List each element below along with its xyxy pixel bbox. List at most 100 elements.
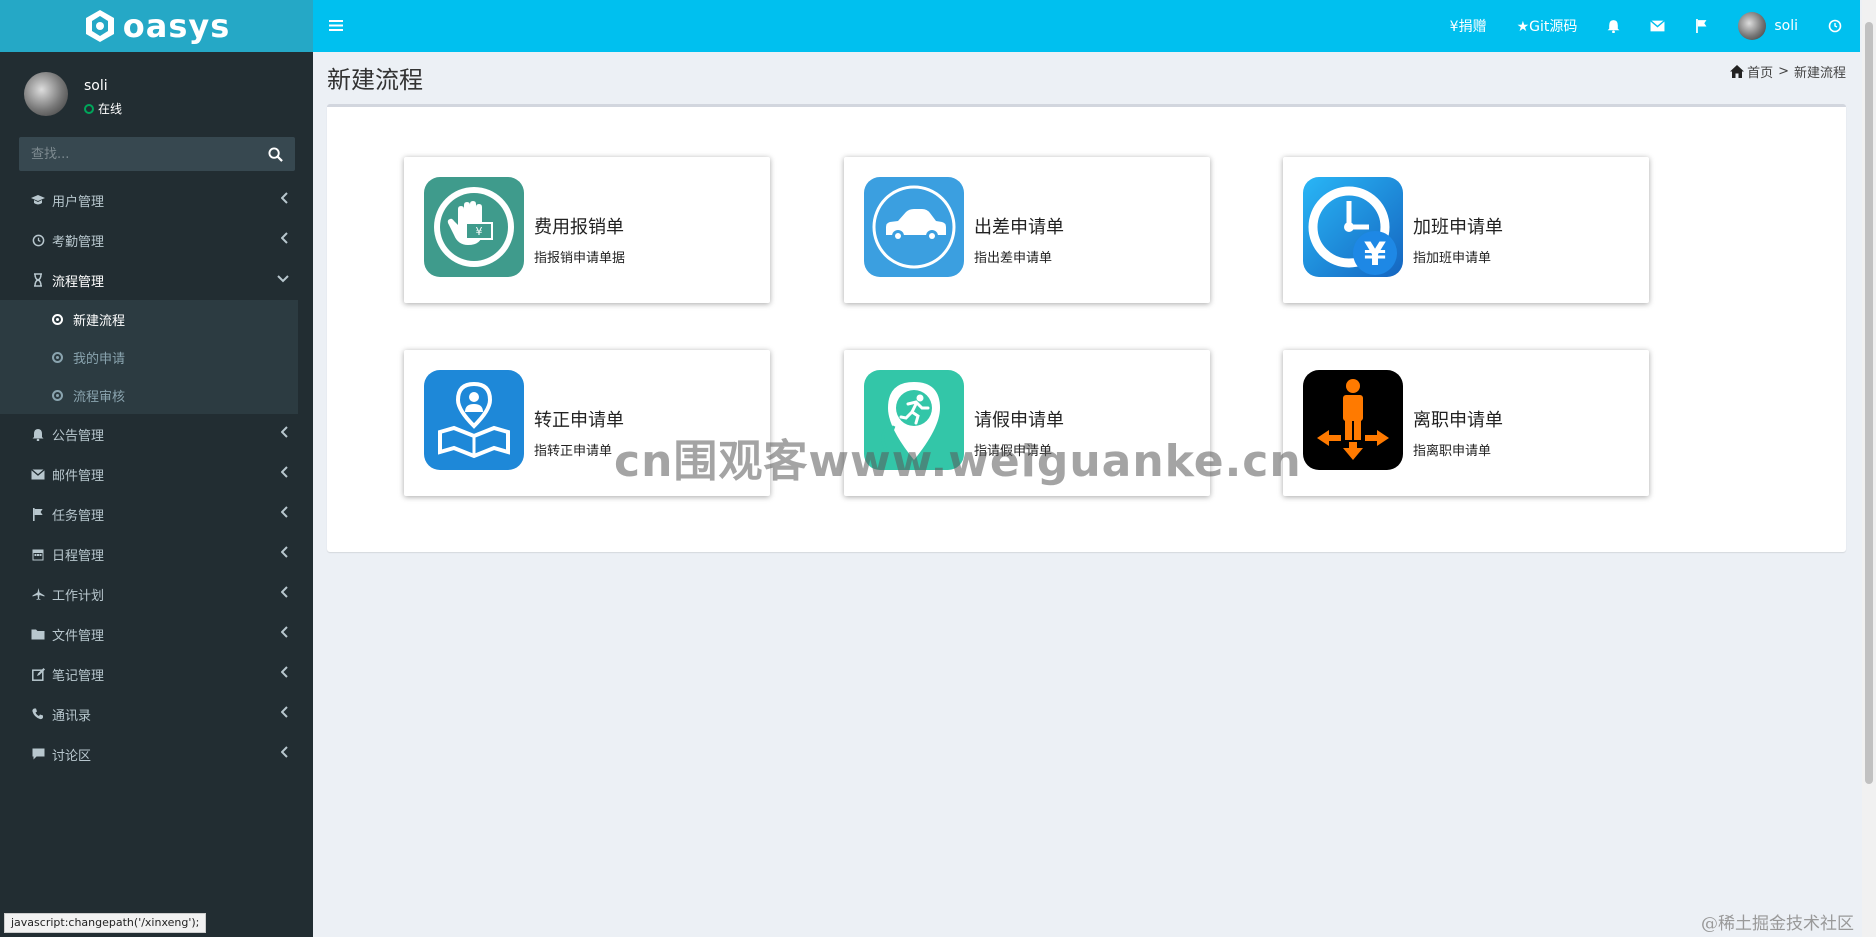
submenu-item-label: 我的申请 bbox=[73, 351, 126, 367]
calendar-icon bbox=[30, 548, 46, 561]
page-scrollbar[interactable] bbox=[1862, 0, 1876, 937]
user-name: soli bbox=[84, 78, 108, 94]
submenu-item-label: 新建流程 bbox=[73, 313, 126, 329]
sidebar-item-process[interactable]: 流程管理 bbox=[0, 260, 313, 300]
breadcrumb-separator: > bbox=[1778, 64, 1789, 79]
sidebar-item-announcement[interactable]: 公告管理 bbox=[0, 414, 313, 454]
sidebar-item-mail[interactable]: 邮件管理 bbox=[0, 454, 313, 494]
sidebar-menu: 用户管理 考勤管理 流程管理 新建流程 我的申请 流程审核 公告管理 邮件管理 … bbox=[0, 180, 313, 774]
search-button[interactable] bbox=[255, 137, 295, 171]
donate-link[interactable]: ¥捐赠 bbox=[1450, 16, 1487, 36]
card-description: 指报销申请单据 bbox=[534, 251, 626, 266]
sidebar-item-label: 用户管理 bbox=[52, 194, 105, 210]
breadcrumb-current: 新建流程 bbox=[1793, 66, 1846, 81]
clock-icon bbox=[1828, 19, 1842, 33]
sidebar-item-attendance[interactable]: 考勤管理 bbox=[0, 220, 313, 260]
user-menu[interactable]: soli bbox=[1738, 12, 1798, 40]
svg-text:¥: ¥ bbox=[476, 225, 483, 238]
comment-icon bbox=[30, 748, 46, 760]
sidebar-item-label: 文件管理 bbox=[52, 628, 105, 644]
envelope-icon bbox=[30, 468, 46, 480]
online-status-icon bbox=[84, 103, 94, 114]
search-input[interactable] bbox=[19, 137, 255, 171]
sidebar-toggle-button[interactable] bbox=[329, 16, 343, 37]
card-reimbursement[interactable]: ¥ 费用报销单 指报销申请单据 bbox=[404, 157, 770, 303]
browser-status-bar: javascript:changepath('/xinxeng'); bbox=[4, 913, 207, 933]
chevron-left-icon bbox=[280, 746, 289, 761]
process-submenu: 新建流程 我的申请 流程审核 bbox=[0, 300, 298, 414]
corner-watermark: @稀土掘金技术社区 bbox=[1701, 914, 1854, 934]
user-status-label: 在线 bbox=[98, 102, 123, 116]
chevron-left-icon bbox=[280, 666, 289, 681]
sidebar-item-label: 公告管理 bbox=[52, 428, 105, 444]
edit-icon bbox=[30, 667, 46, 681]
chevron-left-icon bbox=[280, 466, 289, 481]
svg-text:¥: ¥ bbox=[1364, 235, 1386, 273]
sidebar-item-schedule[interactable]: 日程管理 bbox=[0, 534, 313, 574]
sidebar-item-label: 讨论区 bbox=[52, 748, 92, 764]
search-icon bbox=[267, 146, 283, 162]
sidebar-item-forum[interactable]: 讨论区 bbox=[0, 734, 313, 774]
avatar bbox=[24, 72, 68, 116]
sidebar-item-label: 流程管理 bbox=[52, 274, 105, 290]
sidebar-item-work-plan[interactable]: 工作计划 bbox=[0, 574, 313, 614]
card-title: 转正申请单 bbox=[534, 410, 624, 431]
envelope-icon bbox=[1650, 20, 1666, 32]
chevron-left-icon bbox=[280, 232, 289, 247]
phone-icon bbox=[30, 708, 46, 720]
logo[interactable]: oasys bbox=[0, 0, 313, 52]
card-resignation[interactable]: 离职申请单 指离职申请单 bbox=[1283, 350, 1649, 496]
submenu-item-new-process[interactable]: 新建流程 bbox=[0, 300, 298, 338]
user-status: 在线 bbox=[84, 100, 122, 117]
sidebar-item-label: 考勤管理 bbox=[52, 234, 105, 250]
card-title: 加班申请单 bbox=[1413, 217, 1503, 238]
card-description: 指加班申请单 bbox=[1413, 251, 1492, 266]
card-description: 指离职申请单 bbox=[1413, 444, 1492, 459]
sidebar-item-user-management[interactable]: 用户管理 bbox=[0, 180, 313, 220]
brand-name: oasys bbox=[122, 7, 231, 45]
bell-icon bbox=[1607, 20, 1620, 33]
reimbursement-icon: ¥ bbox=[424, 177, 524, 277]
card-business-trip[interactable]: 出差申请单 指出差申请单 bbox=[844, 157, 1210, 303]
chevron-left-icon bbox=[280, 626, 289, 641]
sidebar-item-notes[interactable]: 笔记管理 bbox=[0, 654, 313, 694]
sidebar-item-label: 工作计划 bbox=[52, 588, 105, 604]
sidebar-item-contacts[interactable]: 通讯录 bbox=[0, 694, 313, 734]
card-description: 指转正申请单 bbox=[534, 444, 613, 459]
sidebar-search bbox=[19, 137, 295, 171]
chevron-left-icon bbox=[280, 546, 289, 561]
git-source-link[interactable]: ★Git源码 bbox=[1517, 16, 1578, 36]
sidebar-item-file[interactable]: 文件管理 bbox=[0, 614, 313, 654]
menu-icon bbox=[329, 20, 343, 31]
flag-icon bbox=[1696, 19, 1707, 33]
breadcrumb: 首页 > 新建流程 bbox=[1730, 62, 1846, 81]
logo-mark-icon bbox=[85, 10, 114, 42]
sidebar-item-label: 任务管理 bbox=[52, 508, 105, 524]
avatar bbox=[1738, 12, 1767, 40]
card-title: 离职申请单 bbox=[1413, 410, 1503, 431]
clock-yen-icon: ¥ bbox=[1303, 177, 1403, 277]
submenu-item-process-review[interactable]: 流程审核 bbox=[0, 376, 298, 414]
card-title: 出差申请单 bbox=[974, 217, 1064, 238]
navbar-username: soli bbox=[1774, 18, 1798, 34]
messages-button[interactable] bbox=[1650, 20, 1666, 32]
scrollbar-thumb[interactable] bbox=[1865, 22, 1873, 784]
chevron-left-icon bbox=[280, 426, 289, 441]
person-map-icon bbox=[424, 370, 524, 470]
sidebar-item-task[interactable]: 任务管理 bbox=[0, 494, 313, 534]
clock-button[interactable] bbox=[1828, 19, 1842, 33]
car-icon bbox=[864, 177, 964, 277]
card-title: 费用报销单 bbox=[534, 217, 624, 238]
circle-dot-icon bbox=[52, 389, 63, 401]
notifications-button[interactable] bbox=[1607, 19, 1620, 33]
submenu-item-my-applications[interactable]: 我的申请 bbox=[0, 338, 298, 376]
tasks-button[interactable] bbox=[1695, 19, 1708, 33]
breadcrumb-home-link[interactable]: 首页 bbox=[1747, 62, 1773, 81]
sidebar-item-label: 笔记管理 bbox=[52, 668, 105, 684]
user-panel: soli 在线 bbox=[0, 60, 313, 130]
watermark: cn围观客www.weiguanke.cn bbox=[614, 436, 1302, 487]
graduation-cap-icon bbox=[30, 194, 46, 206]
card-overtime[interactable]: ¥ 加班申请单 指加班申请单 bbox=[1283, 157, 1649, 303]
clock-icon bbox=[30, 234, 46, 247]
sidebar-item-label: 日程管理 bbox=[52, 548, 105, 564]
